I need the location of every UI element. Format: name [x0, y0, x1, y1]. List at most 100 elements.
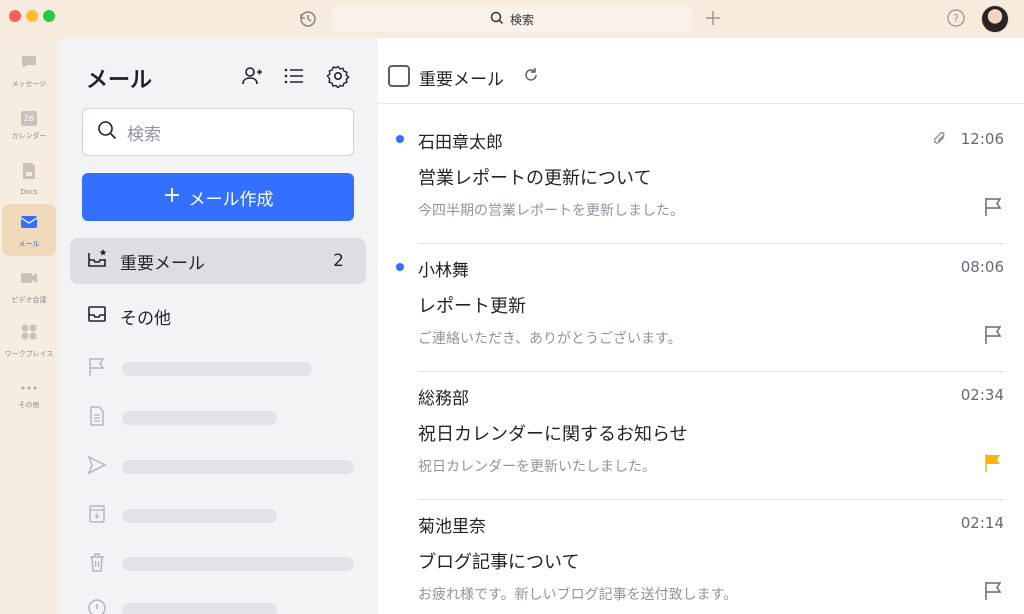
help-icon[interactable]: ? — [946, 8, 966, 28]
mail-sender: 石田章太郎 — [418, 133, 503, 153]
rail-item-mail[interactable]: メール — [2, 204, 56, 256]
loading-bar — [122, 557, 354, 571]
avatar[interactable] — [981, 5, 1009, 33]
loading-bar — [122, 460, 354, 474]
folder-placeholder — [86, 552, 354, 576]
unread-dot — [396, 263, 404, 271]
unread-count: 2 — [333, 251, 344, 271]
flag-icon[interactable] — [982, 324, 1004, 346]
archive-icon — [86, 503, 108, 529]
rail-label: メール — [18, 239, 40, 248]
rail-item-workplace[interactable]: ワークプレイス — [2, 314, 56, 366]
rail-item-messages[interactable]: メッセージ — [2, 44, 56, 96]
mail-item[interactable]: 総務部 02:34 祝日カレンダーに関するお知らせ 祝日カレンダーを更新いたしま… — [378, 372, 1024, 500]
mail-sender: 小林舞 — [418, 261, 469, 281]
folder-placeholder — [86, 406, 277, 430]
inbox-star-icon — [86, 248, 108, 275]
document-icon — [86, 405, 108, 431]
mail-subject: ブログ記事について — [418, 552, 580, 573]
mail-subject: 営業レポートの更新について — [418, 168, 652, 189]
flag-icon[interactable] — [982, 196, 1004, 218]
mail-sender: 総務部 — [418, 389, 469, 409]
compose-label: メール作成 — [188, 189, 274, 210]
loading-bar — [122, 603, 277, 614]
rail-item-calendar[interactable]: 26 カレンダー — [2, 98, 56, 150]
select-all-checkbox[interactable] — [388, 65, 410, 87]
plus-icon[interactable] — [703, 8, 723, 28]
folder-placeholder — [86, 455, 354, 479]
calendar-icon: 26 — [19, 108, 39, 128]
mail-list-title: 重要メール — [419, 70, 504, 90]
trash-icon — [86, 551, 108, 577]
send-icon — [86, 454, 108, 480]
chat-icon — [19, 52, 39, 76]
mail-time: 02:34 — [960, 386, 1004, 404]
search-placeholder: 検索 — [127, 124, 161, 145]
attachment-icon — [930, 129, 950, 149]
mail-time: 12:06 — [960, 130, 1004, 148]
rail-label: その他 — [18, 401, 40, 409]
list-view-icon[interactable] — [282, 64, 306, 88]
minimize-window-button[interactable] — [26, 10, 38, 22]
unread-dot — [396, 135, 404, 143]
add-contact-icon[interactable] — [240, 64, 264, 88]
mail-subject: 祝日カレンダーに関するお知らせ — [418, 424, 688, 445]
mail-preview: お疲れ様です。新しいブログ記事を送付致します。 — [418, 587, 738, 603]
mail-sidebar: メール 検索 メール作成 重要メール 2 その他 — [58, 38, 378, 614]
rail-item-docs[interactable]: Docs — [2, 152, 56, 204]
mail-item[interactable]: 菊池里奈 02:14 ブログ記事について お疲れ様です。新しいブログ記事を送付致… — [378, 500, 1024, 614]
mail-list-header: 重要メール — [378, 38, 1024, 104]
mail-icon — [19, 212, 39, 236]
close-window-button[interactable] — [9, 10, 21, 22]
rail-label: カレンダー — [11, 131, 47, 140]
mail-item[interactable]: 小林舞 08:06 レポート更新 ご連絡いただき、ありがとうございます。 — [378, 244, 1024, 372]
mail-subject: レポート更新 — [418, 296, 526, 317]
app-rail: メッセージ 26 カレンダー Docs メール ビデオ会議 ワークプレイス その… — [0, 38, 58, 614]
settings-icon[interactable] — [326, 64, 350, 89]
mail-preview: 祝日カレンダーを更新いたしました。 — [418, 459, 656, 475]
flag-filled-icon[interactable] — [982, 452, 1004, 474]
folder-placeholder — [86, 357, 312, 381]
title-bar: 検索 ? — [0, 0, 1024, 38]
compose-button[interactable]: メール作成 — [82, 173, 354, 221]
workplace-icon — [19, 322, 39, 346]
mail-time: 02:14 — [960, 514, 1004, 532]
refresh-icon[interactable] — [522, 66, 540, 84]
inbox-icon — [86, 303, 108, 330]
mail-list-pane: 重要メール 石田章太郎 12:06 営業レポートの更新について 今四半期の営業レ… — [378, 38, 1024, 614]
search-icon — [97, 120, 117, 145]
sidebar-title: メール — [86, 68, 153, 93]
mail-preview: ご連絡いただき、ありがとうございます。 — [418, 331, 682, 347]
svg-text:?: ? — [953, 12, 959, 25]
rail-label: Docs — [20, 187, 38, 196]
info-icon — [86, 597, 108, 614]
mail-time: 08:06 — [960, 258, 1004, 276]
mail-sender: 菊池里奈 — [418, 517, 486, 537]
loading-bar — [122, 509, 277, 523]
calendar-day: 26 — [23, 113, 35, 123]
history-icon[interactable] — [297, 8, 319, 30]
flag-icon[interactable] — [982, 580, 1004, 602]
flag-icon — [86, 356, 108, 382]
rail-item-more[interactable]: その他 — [2, 368, 56, 420]
search-input[interactable]: 検索 — [82, 108, 354, 156]
loading-bar — [122, 411, 277, 425]
folder-other[interactable]: その他 — [70, 293, 366, 339]
more-icon — [19, 378, 39, 397]
mail-preview: 今四半期の営業レポートを更新しました。 — [418, 203, 684, 219]
plus-icon — [163, 186, 181, 209]
loading-bar — [122, 362, 312, 376]
rail-item-video[interactable]: ビデオ会議 — [2, 260, 56, 312]
global-search-bar[interactable]: 検索 — [332, 6, 692, 32]
mail-item[interactable]: 石田章太郎 12:06 営業レポートの更新について 今四半期の営業レポートを更新… — [378, 116, 1024, 244]
search-icon — [490, 11, 504, 28]
folder-label: その他 — [120, 308, 171, 329]
rail-label: ビデオ会議 — [11, 295, 47, 304]
folder-placeholder — [86, 504, 277, 528]
folder-label: 重要メール — [120, 253, 205, 274]
docs-icon — [19, 161, 39, 185]
folder-important[interactable]: 重要メール 2 — [70, 238, 366, 284]
maximize-window-button[interactable] — [43, 10, 55, 22]
folder-placeholder — [86, 598, 277, 614]
rail-label: メッセージ — [11, 79, 47, 88]
